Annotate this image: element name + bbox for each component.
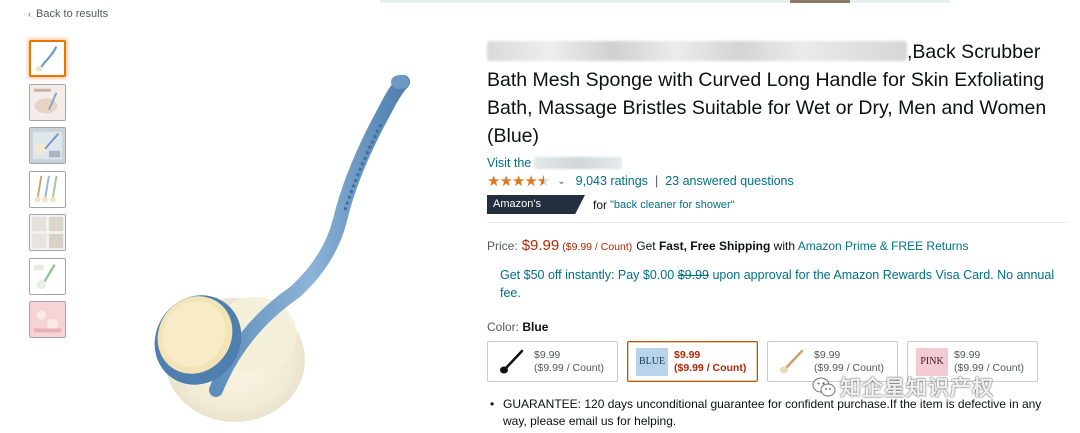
swatch-unit: ($9.99 / Count) — [534, 361, 605, 374]
thumbnail-2[interactable] — [29, 83, 66, 121]
back-to-results-label: Back to results — [36, 8, 109, 20]
wechat-logo-icon — [812, 377, 836, 397]
amazons-choice-badge: Amazon's Choice — [487, 195, 585, 214]
thumbnail-3[interactable] — [29, 127, 66, 164]
answered-questions-link[interactable]: 23 answered questions — [665, 174, 794, 188]
thumbnail-7[interactable] — [29, 301, 66, 338]
star-icon: ★ — [524, 173, 537, 190]
redacted-brand — [487, 41, 907, 61]
free-returns-link[interactable]: FREE Returns — [891, 239, 968, 253]
promo-strike-price: $9.99 — [677, 268, 709, 282]
amazons-choice-row: Amazon's Choice for "back cleaner for sh… — [487, 195, 1072, 214]
selected-color: Blue — [522, 320, 549, 334]
swatch-unit: ($9.99 / Count) — [674, 361, 747, 374]
chevron-left-icon: ‹ — [28, 9, 31, 19]
bath-scene-thumbnail-icon — [30, 84, 65, 120]
badge-main-text: Amazon's — [493, 198, 541, 210]
swatch-blue[interactable]: BLUE $9.99 ($9.99 / Count) — [627, 341, 758, 382]
thumbnail-5[interactable] — [29, 214, 66, 251]
top-bar-strip — [380, 0, 950, 3]
back-scrubber-image — [154, 75, 410, 422]
back-to-results-link[interactable]: ‹ Back to results — [28, 8, 108, 20]
promo-lead: Get $50 off instantly: Pay $0.00 — [500, 268, 675, 282]
price-label: Price: — [487, 239, 518, 253]
shipping-info: Get Fast, Free Shipping with Amazon Prim… — [636, 239, 968, 253]
ampersand: & — [879, 239, 888, 253]
choice-query-link[interactable]: "back cleaner for shower" — [610, 199, 735, 211]
color-label: Color: — [487, 320, 520, 334]
brush-thumbnail-icon — [31, 42, 64, 75]
unit-price: ($9.99 / Count) — [562, 241, 633, 253]
rating-row: ★ ★ ★ ★ ★ ★ ⌄ 9,043 ratings | 23 answered… — [487, 172, 1072, 190]
chevron-down-icon[interactable]: ⌄ — [557, 176, 565, 187]
title-rest: Bath Mesh Sponge with Curved Long Handle… — [487, 69, 1047, 147]
fast-free-shipping: Fast, Free Shipping — [658, 239, 771, 253]
choice-for-text: for — [593, 197, 608, 212]
thumbnail-strip — [29, 40, 67, 345]
watermark-text: 知企星知识产权 — [840, 377, 994, 400]
amazon-prime-link[interactable]: Amazon Prime — [798, 239, 877, 253]
star-icon: ★ — [511, 173, 525, 190]
price-row: Price: $9.99 ($9.99 / Count) Get Fast, F… — [487, 237, 1072, 254]
badge-accent-text: Choice — [493, 217, 528, 229]
separator: | — [654, 174, 659, 188]
features-thumbnail-icon — [30, 128, 65, 163]
beige-brush-icon — [776, 348, 808, 376]
star-icon: ★ — [487, 173, 500, 190]
star-icon: ★ — [499, 173, 512, 190]
price-amount: $9.99 — [521, 237, 560, 254]
thumbnail-1[interactable] — [29, 40, 66, 77]
half-star-icon: ★ ★ — [536, 173, 550, 190]
visit-store-link[interactable]: Visit the — [487, 156, 1072, 170]
swatch-price: $9.99 — [534, 348, 561, 361]
redacted-store-name — [534, 157, 623, 169]
star-rating[interactable]: ★ ★ ★ ★ ★ ★ — [487, 172, 550, 190]
thumbnail-4[interactable] — [29, 170, 66, 208]
swatch-price: $9.99 — [954, 348, 981, 361]
ship-get: Get — [636, 239, 656, 253]
green-variant-thumbnail-icon — [30, 258, 65, 294]
product-details: ,Back Scrubber Bath Mesh Sponge with Cur… — [487, 38, 1072, 382]
title-part1: ,Back Scrubber — [907, 41, 1041, 63]
product-title: ,Back Scrubber Bath Mesh Sponge with Cur… — [487, 38, 1072, 150]
ratings-count-link[interactable]: 9,043 ratings — [576, 174, 648, 188]
grid-thumbnail-icon — [30, 215, 65, 250]
blue-swatch-image: BLUE — [636, 347, 668, 376]
swatch-price: $9.99 — [674, 348, 701, 361]
swatch-price: $9.99 — [814, 348, 841, 361]
color-selector-label: Color: Blue — [487, 320, 1072, 334]
thumbnail-6[interactable] — [29, 257, 66, 295]
store-prefix: Visit the — [487, 156, 532, 170]
rewards-card-promo[interactable]: Get $50 off instantly: Pay $0.00 $9.99 u… — [500, 266, 1060, 302]
black-brush-icon — [496, 348, 528, 376]
ship-with: with — [773, 239, 796, 253]
color-variants-thumbnail-icon — [30, 171, 65, 207]
swatch-black[interactable]: $9.99 ($9.99 / Count) — [487, 341, 618, 382]
watermark: 知企星知识产权 — [812, 372, 994, 402]
main-product-image[interactable] — [120, 60, 440, 430]
pink-variant-thumbnail-icon — [30, 302, 65, 337]
top-bar-accent — [790, 0, 850, 3]
divider — [487, 222, 1067, 223]
